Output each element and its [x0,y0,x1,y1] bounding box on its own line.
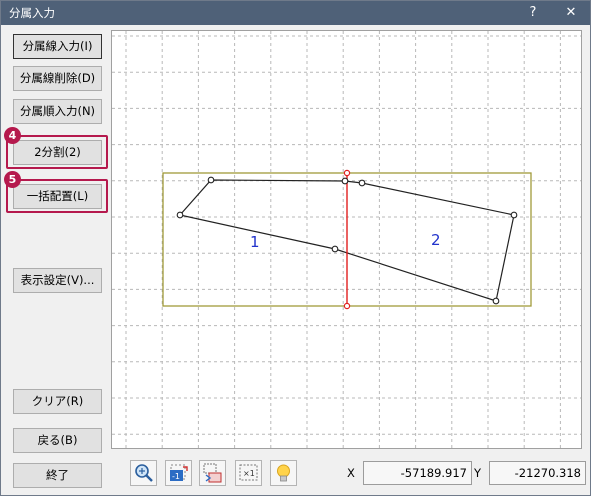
y-coord-value: -21270.318 [489,461,586,485]
title-bar: 分属入力 ? ✕ [1,1,590,25]
vertex-point[interactable] [207,176,215,184]
step-4-badge: 4 [4,127,21,144]
vertex-point[interactable] [510,211,518,219]
transfer-icon [203,463,222,483]
fit-x1-icon: ×1 [239,464,258,481]
batch-place-button[interactable]: 一括配置(L) [13,184,102,209]
division-endpoint[interactable] [343,302,351,310]
line-delete-button[interactable]: 分属線削除(D) [13,66,102,91]
back-button[interactable]: 戻る(B) [13,428,102,453]
vertex-point[interactable] [176,211,184,219]
svg-text:-1: -1 [172,472,180,481]
scale-button[interactable]: -1 [165,460,192,486]
help-button[interactable]: ? [518,1,548,25]
line-input-button[interactable]: 分属線入力(I) [13,34,102,59]
zoom-icon [135,464,153,482]
drawing-canvas[interactable]: 1 2 [111,30,582,449]
vertex-point[interactable] [358,179,366,187]
canvas-svg: 1 2 [112,31,581,448]
split2-button[interactable]: 2分割(2) [13,140,102,165]
bulb-icon [277,464,290,482]
display-settings-button[interactable]: 表示設定(V)... [13,268,102,293]
division-endpoint[interactable] [343,169,351,177]
vertex-point[interactable] [341,177,349,185]
step-5-badge: 5 [4,171,21,188]
hint-button[interactable] [270,460,297,486]
fit-button[interactable]: ×1 [235,460,262,486]
x-coord-label: X [347,466,355,480]
vertex-point[interactable] [331,245,339,253]
transfer-button[interactable] [199,460,226,486]
vertex-point[interactable] [492,297,500,305]
close-button[interactable]: ✕ [556,1,586,25]
scale-1-icon: -1 [170,464,188,481]
dialog-window: 分属入力 ? ✕ 分属線入力(I) 分属線削除(D) 分属順入力(N) 2分割(… [0,0,591,496]
clear-button[interactable]: クリア(R) [13,389,102,414]
y-coord-label: Y [474,466,482,480]
svg-text:×1: ×1 [243,469,255,478]
window-title: 分属入力 [9,6,55,20]
zoom-button[interactable] [130,460,157,486]
finish-button[interactable]: 終了 [13,463,102,488]
parcel-label-2: 2 [431,231,441,249]
x-coord-value: -57189.917 [363,461,472,485]
parcel-label-1: 1 [250,233,260,251]
order-input-button[interactable]: 分属順入力(N) [13,99,102,124]
